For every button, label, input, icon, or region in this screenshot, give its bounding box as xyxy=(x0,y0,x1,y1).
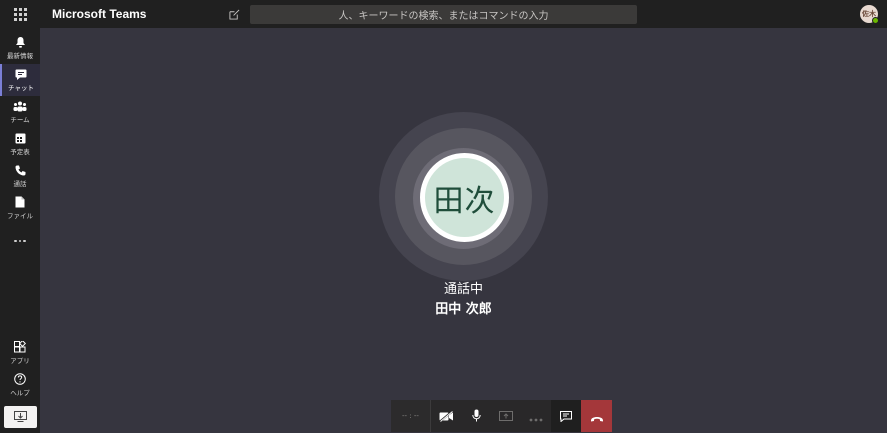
file-icon xyxy=(13,196,27,208)
call-stage: 田次 通話中 田中 次郎 -- : -- xyxy=(40,28,887,433)
camera-off-icon xyxy=(438,407,454,426)
rail-item-help[interactable]: ヘルプ xyxy=(0,369,40,401)
help-icon xyxy=(13,373,27,385)
rail-label-apps: アプリ xyxy=(10,357,30,365)
user-avatar[interactable]: 佐木 xyxy=(860,5,879,24)
rail-item-chat[interactable]: チャット xyxy=(0,64,40,96)
app-bar: 最新情報 チャット チーム 予定表 通話 ファイル アプリ ヘルプ xyxy=(0,28,40,433)
rail-item-files[interactable]: ファイル xyxy=(0,192,40,224)
rail-label-files: ファイル xyxy=(7,212,33,220)
download-app-button[interactable] xyxy=(4,406,37,428)
app-title: Microsoft Teams xyxy=(52,7,147,21)
new-chat-icon[interactable] xyxy=(226,6,242,22)
caller-avatar: 田次 xyxy=(420,153,509,242)
call-timer-text: -- : -- xyxy=(402,412,419,420)
camera-toggle-button[interactable] xyxy=(431,400,461,432)
calendar-icon xyxy=(13,132,27,144)
rail-item-calls[interactable]: 通話 xyxy=(0,160,40,192)
caller-name: 田中 次郎 xyxy=(435,302,492,317)
share-screen-button[interactable] xyxy=(491,400,521,432)
rail-item-calendar[interactable]: 予定表 xyxy=(0,128,40,160)
share-screen-icon xyxy=(499,407,513,426)
microphone-button[interactable] xyxy=(461,400,491,432)
more-apps-icon[interactable] xyxy=(0,233,40,249)
bell-icon xyxy=(13,36,27,48)
chat-icon xyxy=(14,68,28,80)
rail-label-teams: チーム xyxy=(10,116,30,124)
call-timer: -- : -- xyxy=(391,400,431,432)
more-actions-button[interactable] xyxy=(521,400,551,432)
rail-label-calendar: 予定表 xyxy=(10,148,30,156)
microphone-icon xyxy=(471,407,481,426)
call-status: 通話中 xyxy=(443,282,483,297)
download-icon xyxy=(14,408,27,427)
call-controls: -- : -- xyxy=(391,400,615,432)
rail-label-activity: 最新情報 xyxy=(7,52,33,60)
app-launcher-icon[interactable] xyxy=(0,0,40,28)
title-bar: Microsoft Teams 人、キーワードの検索、またはコマンドの入力 佐木 xyxy=(0,0,887,28)
teams-icon xyxy=(13,100,27,112)
phone-icon xyxy=(13,164,27,176)
more-actions-icon xyxy=(529,407,543,426)
rail-item-teams[interactable]: チーム xyxy=(0,96,40,128)
hang-up-icon xyxy=(590,407,604,426)
rail-label-calls: 通話 xyxy=(13,180,27,188)
rail-item-activity[interactable]: 最新情報 xyxy=(0,32,40,64)
search-placeholder: 人、キーワードの検索、またはコマンドの入力 xyxy=(338,11,549,22)
search-input[interactable]: 人、キーワードの検索、またはコマンドの入力 xyxy=(250,5,637,24)
rail-label-chat: チャット xyxy=(8,84,34,92)
apps-icon xyxy=(13,341,27,353)
presence-available-icon xyxy=(872,17,879,24)
hang-up-button[interactable] xyxy=(581,400,612,432)
rail-item-apps[interactable]: アプリ xyxy=(0,337,40,369)
conversation-icon xyxy=(560,407,572,426)
rail-label-help: ヘルプ xyxy=(10,389,30,397)
caller-initials: 田次 xyxy=(433,183,496,219)
show-conversation-button[interactable] xyxy=(551,400,581,432)
